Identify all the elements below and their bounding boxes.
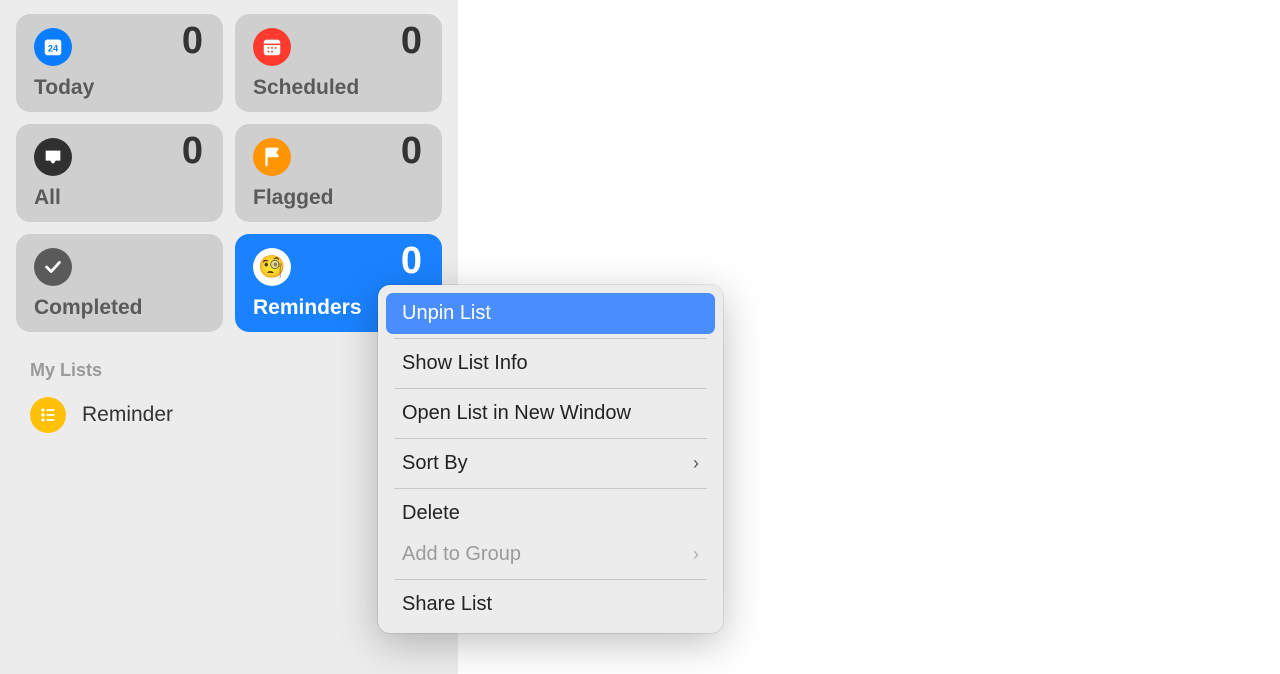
menu-item-share-list[interactable]: Share List — [386, 584, 715, 625]
completed-label: Completed — [34, 296, 143, 320]
menu-item-label: Open List in New Window — [402, 402, 631, 425]
chevron-right-icon: › — [693, 544, 699, 565]
flag-icon — [253, 138, 291, 176]
menu-item-label: Delete — [402, 502, 460, 525]
menu-item-open-new-window[interactable]: Open List in New Window — [386, 393, 715, 434]
today-label: Today — [34, 76, 94, 100]
list-label: Reminder — [82, 403, 173, 427]
menu-separator — [394, 438, 707, 439]
menu-item-unpin-list[interactable]: Unpin List — [386, 293, 715, 334]
menu-separator — [394, 579, 707, 580]
face-monocle-icon: 🧐 — [253, 248, 291, 286]
menu-item-label: Sort By — [402, 452, 468, 475]
menu-item-label: Show List Info — [402, 352, 528, 375]
inbox-icon — [34, 138, 72, 176]
menu-separator — [394, 338, 707, 339]
scheduled-label: Scheduled — [253, 76, 359, 100]
all-count: 0 — [182, 130, 203, 173]
menu-item-label: Unpin List — [402, 302, 491, 325]
flagged-count: 0 — [401, 130, 422, 173]
reminders-count: 0 — [401, 240, 422, 283]
smart-list-flagged[interactable]: 0 Flagged — [235, 124, 442, 222]
menu-separator — [394, 488, 707, 489]
menu-item-label: Share List — [402, 593, 492, 616]
svg-text:24: 24 — [48, 44, 59, 54]
today-count: 0 — [182, 20, 203, 63]
menu-item-delete[interactable]: Delete — [386, 493, 715, 534]
menu-item-label: Add to Group — [402, 543, 521, 566]
chevron-right-icon: › — [693, 453, 699, 474]
list-bullet-icon — [30, 397, 66, 433]
menu-separator — [394, 388, 707, 389]
calendar-icon — [253, 28, 291, 66]
smart-list-all[interactable]: 0 All — [16, 124, 223, 222]
menu-item-add-to-group: Add to Group › — [386, 534, 715, 575]
all-label: All — [34, 186, 61, 210]
menu-item-sort-by[interactable]: Sort By › — [386, 443, 715, 484]
scheduled-count: 0 — [401, 20, 422, 63]
smart-list-completed[interactable]: Completed — [16, 234, 223, 332]
reminders-label: Reminders — [253, 296, 362, 320]
smart-list-scheduled[interactable]: 0 Scheduled — [235, 14, 442, 112]
menu-item-show-list-info[interactable]: Show List Info — [386, 343, 715, 384]
flagged-label: Flagged — [253, 186, 334, 210]
context-menu: Unpin List Show List Info Open List in N… — [378, 285, 723, 633]
smart-list-today[interactable]: 24 0 Today — [16, 14, 223, 112]
checkmark-icon — [34, 248, 72, 286]
calendar-today-icon: 24 — [34, 28, 72, 66]
smart-lists-grid: 24 0 Today 0 Scheduled 0 All 0 Flagged — [16, 14, 442, 332]
